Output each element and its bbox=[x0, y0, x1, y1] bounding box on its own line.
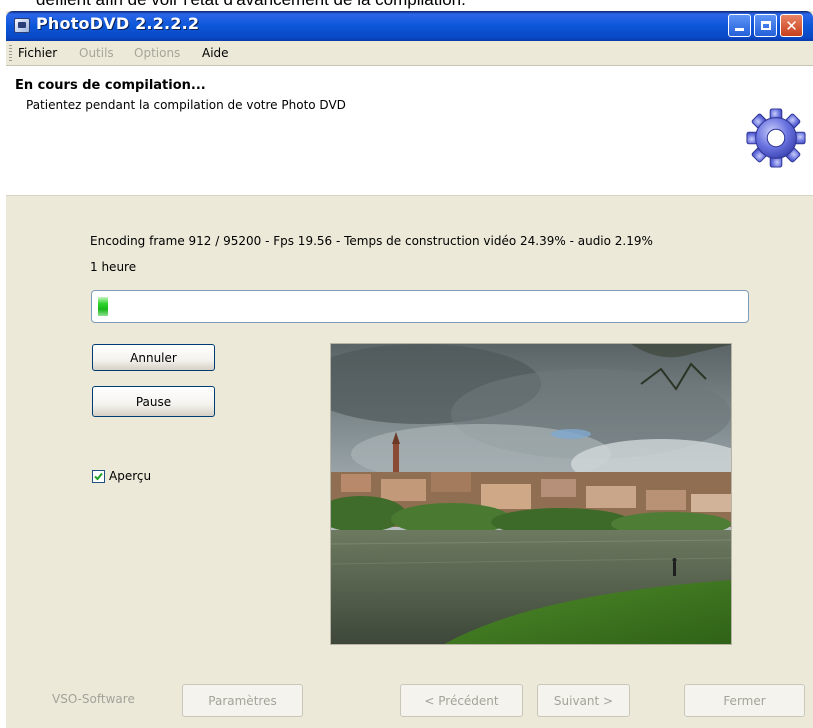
maximize-button[interactable] bbox=[754, 14, 777, 37]
encoding-status: Encoding frame 912 / 95200 - Fps 19.56 -… bbox=[90, 234, 653, 248]
previous-button[interactable]: < Précédent bbox=[400, 684, 523, 717]
progress-bar bbox=[91, 290, 749, 323]
menu-options[interactable]: Options bbox=[134, 46, 180, 60]
minimize-button[interactable] bbox=[728, 14, 751, 37]
next-button[interactable]: Suivant > bbox=[537, 684, 630, 717]
title-bar[interactable]: PhotoDVD 2.2.2.2 ✕ bbox=[6, 11, 813, 41]
pause-button[interactable]: Pause bbox=[92, 386, 215, 417]
menu-outils[interactable]: Outils bbox=[79, 46, 114, 60]
preview-toggle[interactable]: Aperçu bbox=[92, 469, 151, 483]
menu-fichier[interactable]: Fichier bbox=[18, 46, 57, 60]
progress-fill bbox=[98, 297, 108, 316]
cancel-button[interactable]: Annuler bbox=[92, 344, 215, 371]
menu-aide[interactable]: Aide bbox=[202, 46, 229, 60]
preview-checkbox-label: Aperçu bbox=[109, 469, 152, 483]
time-remaining: 1 heure bbox=[90, 260, 137, 274]
preview-image bbox=[330, 343, 732, 645]
gear-icon bbox=[746, 108, 806, 168]
preview-checkbox[interactable] bbox=[92, 469, 105, 483]
parameters-button[interactable]: Paramètres bbox=[182, 684, 303, 717]
header-panel: En cours de compilation... Patientez pen… bbox=[6, 66, 813, 196]
photodvd-window: PhotoDVD 2.2.2.2 ✕ Fichier Outils Option… bbox=[6, 11, 813, 728]
vso-software-label: VSO-Software bbox=[52, 692, 135, 706]
header-title: En cours de compilation... bbox=[15, 78, 206, 93]
window-title: PhotoDVD 2.2.2.2 bbox=[36, 14, 200, 33]
checkmark-icon bbox=[94, 472, 103, 480]
close-button[interactable]: Fermer bbox=[684, 684, 805, 717]
app-icon bbox=[14, 18, 30, 33]
close-window-button[interactable]: ✕ bbox=[780, 14, 803, 37]
menu-grip-icon bbox=[9, 45, 12, 61]
menu-bar: Fichier Outils Options Aide bbox=[6, 41, 813, 66]
header-subtitle: Patientez pendant la compilation de votr… bbox=[26, 98, 346, 112]
